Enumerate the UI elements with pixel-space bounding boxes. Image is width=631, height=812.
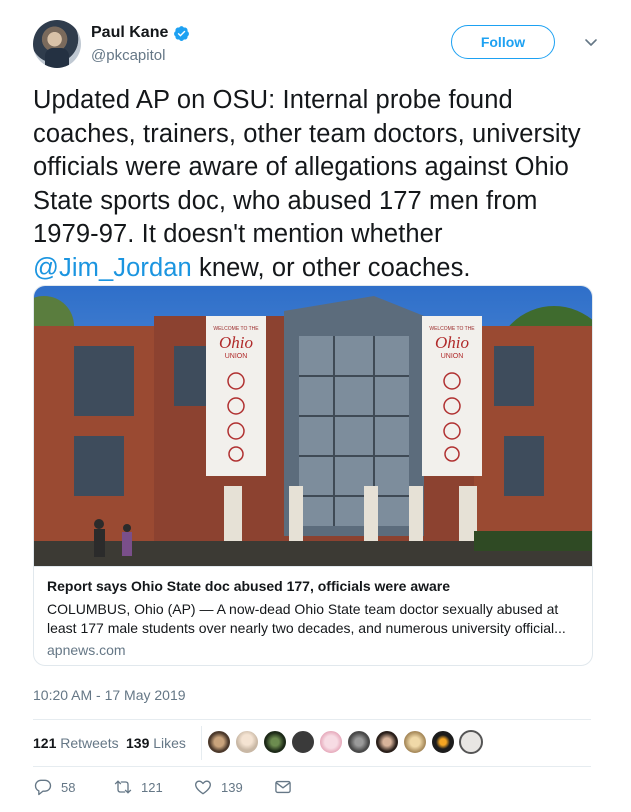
link-card[interactable]: WELCOME TO THE Ohio UNION WELCOME TO THE…	[33, 285, 593, 666]
card-description: COLUMBUS, Ohio (AP) — A now-dead Ohio St…	[47, 601, 566, 636]
liker-avatar[interactable]	[207, 730, 231, 754]
reply-count: 58	[61, 779, 76, 795]
liker-avatar[interactable]	[375, 730, 399, 754]
banner-left-title: Ohio	[219, 333, 253, 352]
liker-avatar[interactable]	[291, 730, 315, 754]
banner-left-subtitle: UNION	[225, 353, 248, 360]
direct-message-icon	[275, 780, 291, 794]
reply-button[interactable]: 58	[33, 777, 75, 797]
banner-left-top: WELCOME TO THE	[213, 326, 259, 332]
liker-avatar[interactable]	[347, 730, 371, 754]
likes-count: 139	[126, 735, 150, 751]
tweet-text: Updated AP on OSU: Internal probe found …	[33, 84, 605, 285]
like-icon	[195, 780, 211, 795]
name-row: Paul Kane	[91, 24, 190, 42]
banner-right-top: WELCOME TO THE	[429, 326, 475, 332]
tweet-header: Paul Kane @pkcapitol Follow	[33, 18, 603, 70]
direct-message-button[interactable]	[273, 777, 293, 797]
like-button[interactable]: 139	[193, 777, 243, 797]
banner-right-subtitle: UNION	[441, 353, 464, 360]
retweet-icon	[114, 780, 132, 794]
banner-right-title: Ohio	[435, 333, 469, 352]
card-image[interactable]: WELCOME TO THE Ohio UNION WELCOME TO THE…	[34, 286, 592, 566]
liker-avatar[interactable]	[459, 730, 483, 754]
timestamp[interactable]: 10:20 AM - 17 May 2019	[33, 687, 186, 703]
follow-button[interactable]: Follow	[451, 25, 555, 59]
stats-separator	[201, 726, 202, 760]
liker-avatar[interactable]	[319, 730, 343, 754]
engagement-stats: 121 Retweets 139 Likes	[33, 722, 593, 764]
liker-avatar[interactable]	[263, 730, 287, 754]
card-title[interactable]: Report says Ohio State doc abused 177, o…	[47, 578, 450, 594]
user-handle[interactable]: @pkcapitol	[91, 47, 165, 64]
divider	[33, 766, 591, 767]
chevron-down-icon[interactable]	[581, 32, 601, 52]
liker-avatar[interactable]	[431, 730, 455, 754]
tweet-text-body: Updated AP on OSU: Internal probe found …	[33, 86, 581, 248]
verified-badge-icon	[174, 25, 190, 41]
retweet-count: 121	[141, 779, 163, 795]
liker-avatar[interactable]	[403, 730, 427, 754]
display-name[interactable]: Paul Kane	[91, 24, 168, 42]
likes-stat[interactable]: 139 Likes	[126, 735, 186, 751]
retweet-button[interactable]: 121	[113, 777, 163, 797]
card-domain: apnews.com	[47, 642, 126, 658]
retweets-count: 121	[33, 735, 57, 751]
divider	[33, 719, 591, 720]
likes-label: Likes	[153, 735, 186, 751]
tweet-actions: 58 121 139	[33, 773, 593, 805]
like-count: 139	[221, 779, 243, 795]
card-body[interactable]: Report says Ohio State doc abused 177, o…	[34, 566, 592, 665]
avatar[interactable]	[33, 20, 81, 68]
mention-link[interactable]: @Jim_Jordan	[33, 254, 192, 282]
tweet-text-tail: knew, or other coaches.	[191, 253, 471, 282]
retweets-stat[interactable]: 121 Retweets	[33, 735, 119, 751]
retweets-label: Retweets	[60, 735, 119, 751]
liker-avatar[interactable]	[235, 730, 259, 754]
reply-icon	[34, 779, 52, 796]
